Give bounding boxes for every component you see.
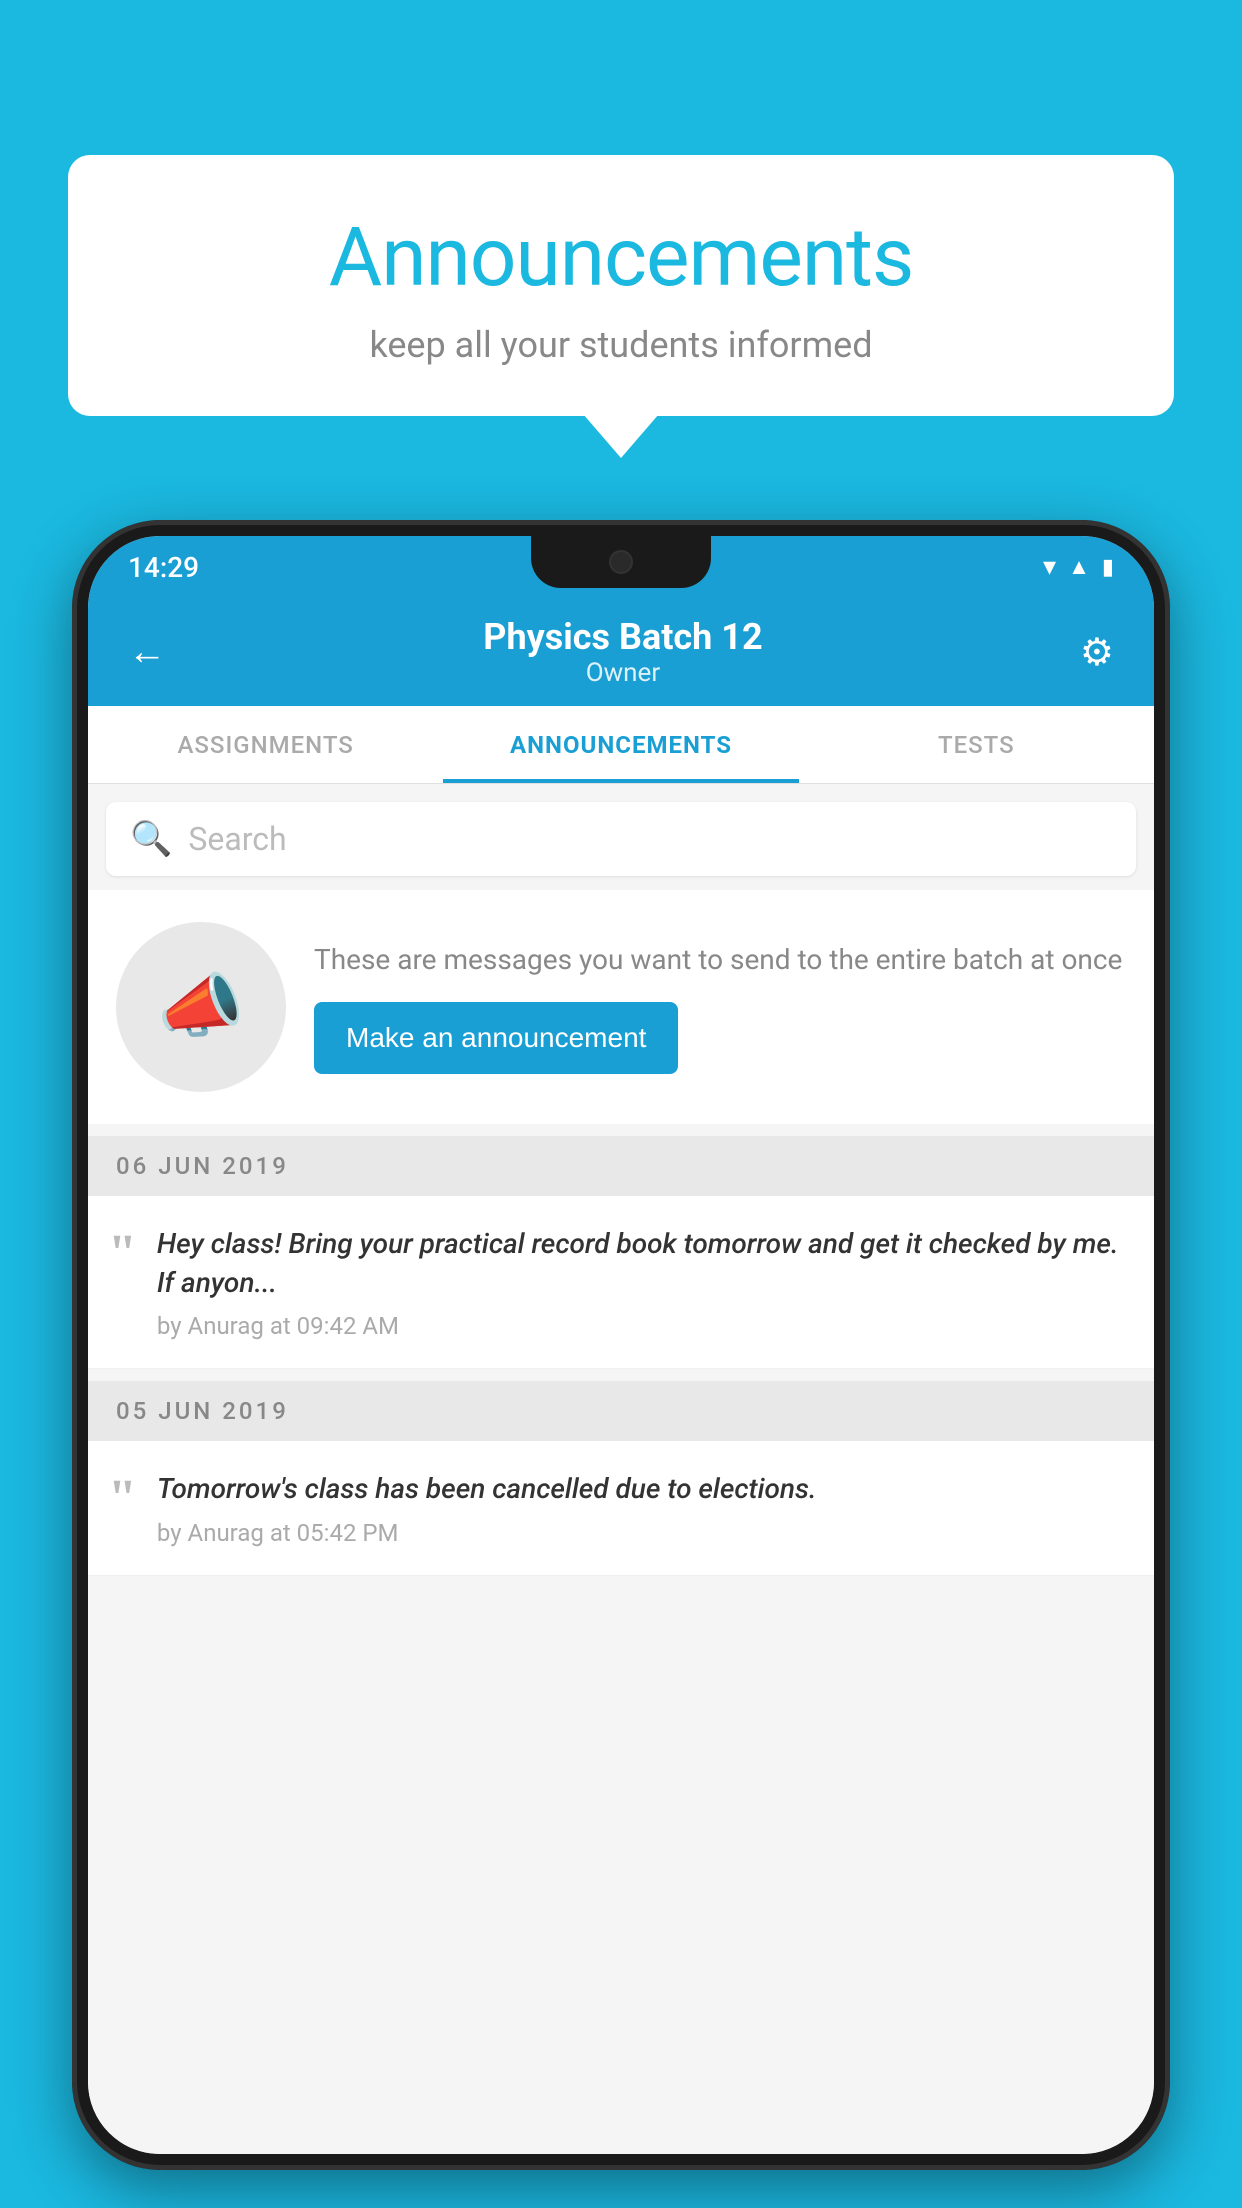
- header-center: Physics Batch 12 Owner: [483, 616, 762, 688]
- phone-body: 14:29 ▾ ▲ ▮ ← Physics Batch 12 Owner ⚙: [72, 520, 1170, 2170]
- announcement-meta-2: by Anurag at 05:42 PM: [157, 1519, 1126, 1547]
- announcement-text-area-2: Tomorrow's class has been cancelled due …: [157, 1469, 1126, 1546]
- promo-card: 📣 These are messages you want to send to…: [88, 890, 1154, 1124]
- batch-role: Owner: [483, 658, 762, 688]
- phone-screen: 14:29 ▾ ▲ ▮ ← Physics Batch 12 Owner ⚙: [88, 536, 1154, 2154]
- announcement-item-2[interactable]: " Tomorrow's class has been cancelled du…: [88, 1441, 1154, 1575]
- date-separator-1: 06 JUN 2019: [88, 1136, 1154, 1196]
- quote-icon-1: ": [108, 1228, 137, 1280]
- app-header: ← Physics Batch 12 Owner ⚙: [88, 598, 1154, 706]
- app-content: 🔍 Search 📣 These are messages you want t…: [88, 784, 1154, 2154]
- announcement-meta-1: by Anurag at 09:42 AM: [157, 1312, 1126, 1340]
- speech-bubble-container: Announcements keep all your students inf…: [68, 155, 1174, 416]
- announcement-message-1: Hey class! Bring your practical record b…: [157, 1224, 1126, 1302]
- search-placeholder: Search: [188, 820, 286, 858]
- quote-icon-2: ": [108, 1473, 137, 1525]
- status-time: 14:29: [128, 551, 199, 584]
- date-label-2: 05 JUN 2019: [116, 1397, 289, 1425]
- search-icon: 🔍: [130, 819, 172, 859]
- announcement-message-2: Tomorrow's class has been cancelled due …: [157, 1469, 1126, 1508]
- status-icons: ▾ ▲ ▮: [1043, 552, 1114, 582]
- batch-title: Physics Batch 12: [483, 616, 762, 658]
- back-button[interactable]: ←: [128, 630, 166, 674]
- promo-text-area: These are messages you want to send to t…: [314, 940, 1126, 1073]
- megaphone-icon: 📣: [157, 966, 244, 1048]
- speech-bubble: Announcements keep all your students inf…: [68, 155, 1174, 416]
- phone-mockup: 14:29 ▾ ▲ ▮ ← Physics Batch 12 Owner ⚙: [72, 520, 1170, 2170]
- tab-bar: ASSIGNMENTS ANNOUNCEMENTS TESTS: [88, 706, 1154, 784]
- date-separator-2: 05 JUN 2019: [88, 1381, 1154, 1441]
- phone-notch: [531, 536, 711, 588]
- front-camera: [609, 550, 633, 574]
- wifi-icon: ▾: [1043, 552, 1056, 582]
- make-announcement-button[interactable]: Make an announcement: [314, 1002, 678, 1074]
- date-label-1: 06 JUN 2019: [116, 1152, 289, 1180]
- tab-announcements[interactable]: ANNOUNCEMENTS: [443, 706, 798, 783]
- promo-icon-circle: 📣: [116, 922, 286, 1092]
- settings-icon[interactable]: ⚙: [1080, 630, 1114, 675]
- promo-description: These are messages you want to send to t…: [314, 940, 1126, 979]
- speech-bubble-title: Announcements: [128, 210, 1114, 306]
- tab-tests[interactable]: TESTS: [799, 706, 1154, 783]
- speech-bubble-subtitle: keep all your students informed: [128, 324, 1114, 366]
- announcement-item-1[interactable]: " Hey class! Bring your practical record…: [88, 1196, 1154, 1369]
- announcement-text-area-1: Hey class! Bring your practical record b…: [157, 1224, 1126, 1340]
- signal-icon: ▲: [1068, 554, 1090, 580]
- tab-assignments[interactable]: ASSIGNMENTS: [88, 706, 443, 783]
- search-bar[interactable]: 🔍 Search: [106, 802, 1136, 876]
- battery-icon: ▮: [1102, 555, 1114, 580]
